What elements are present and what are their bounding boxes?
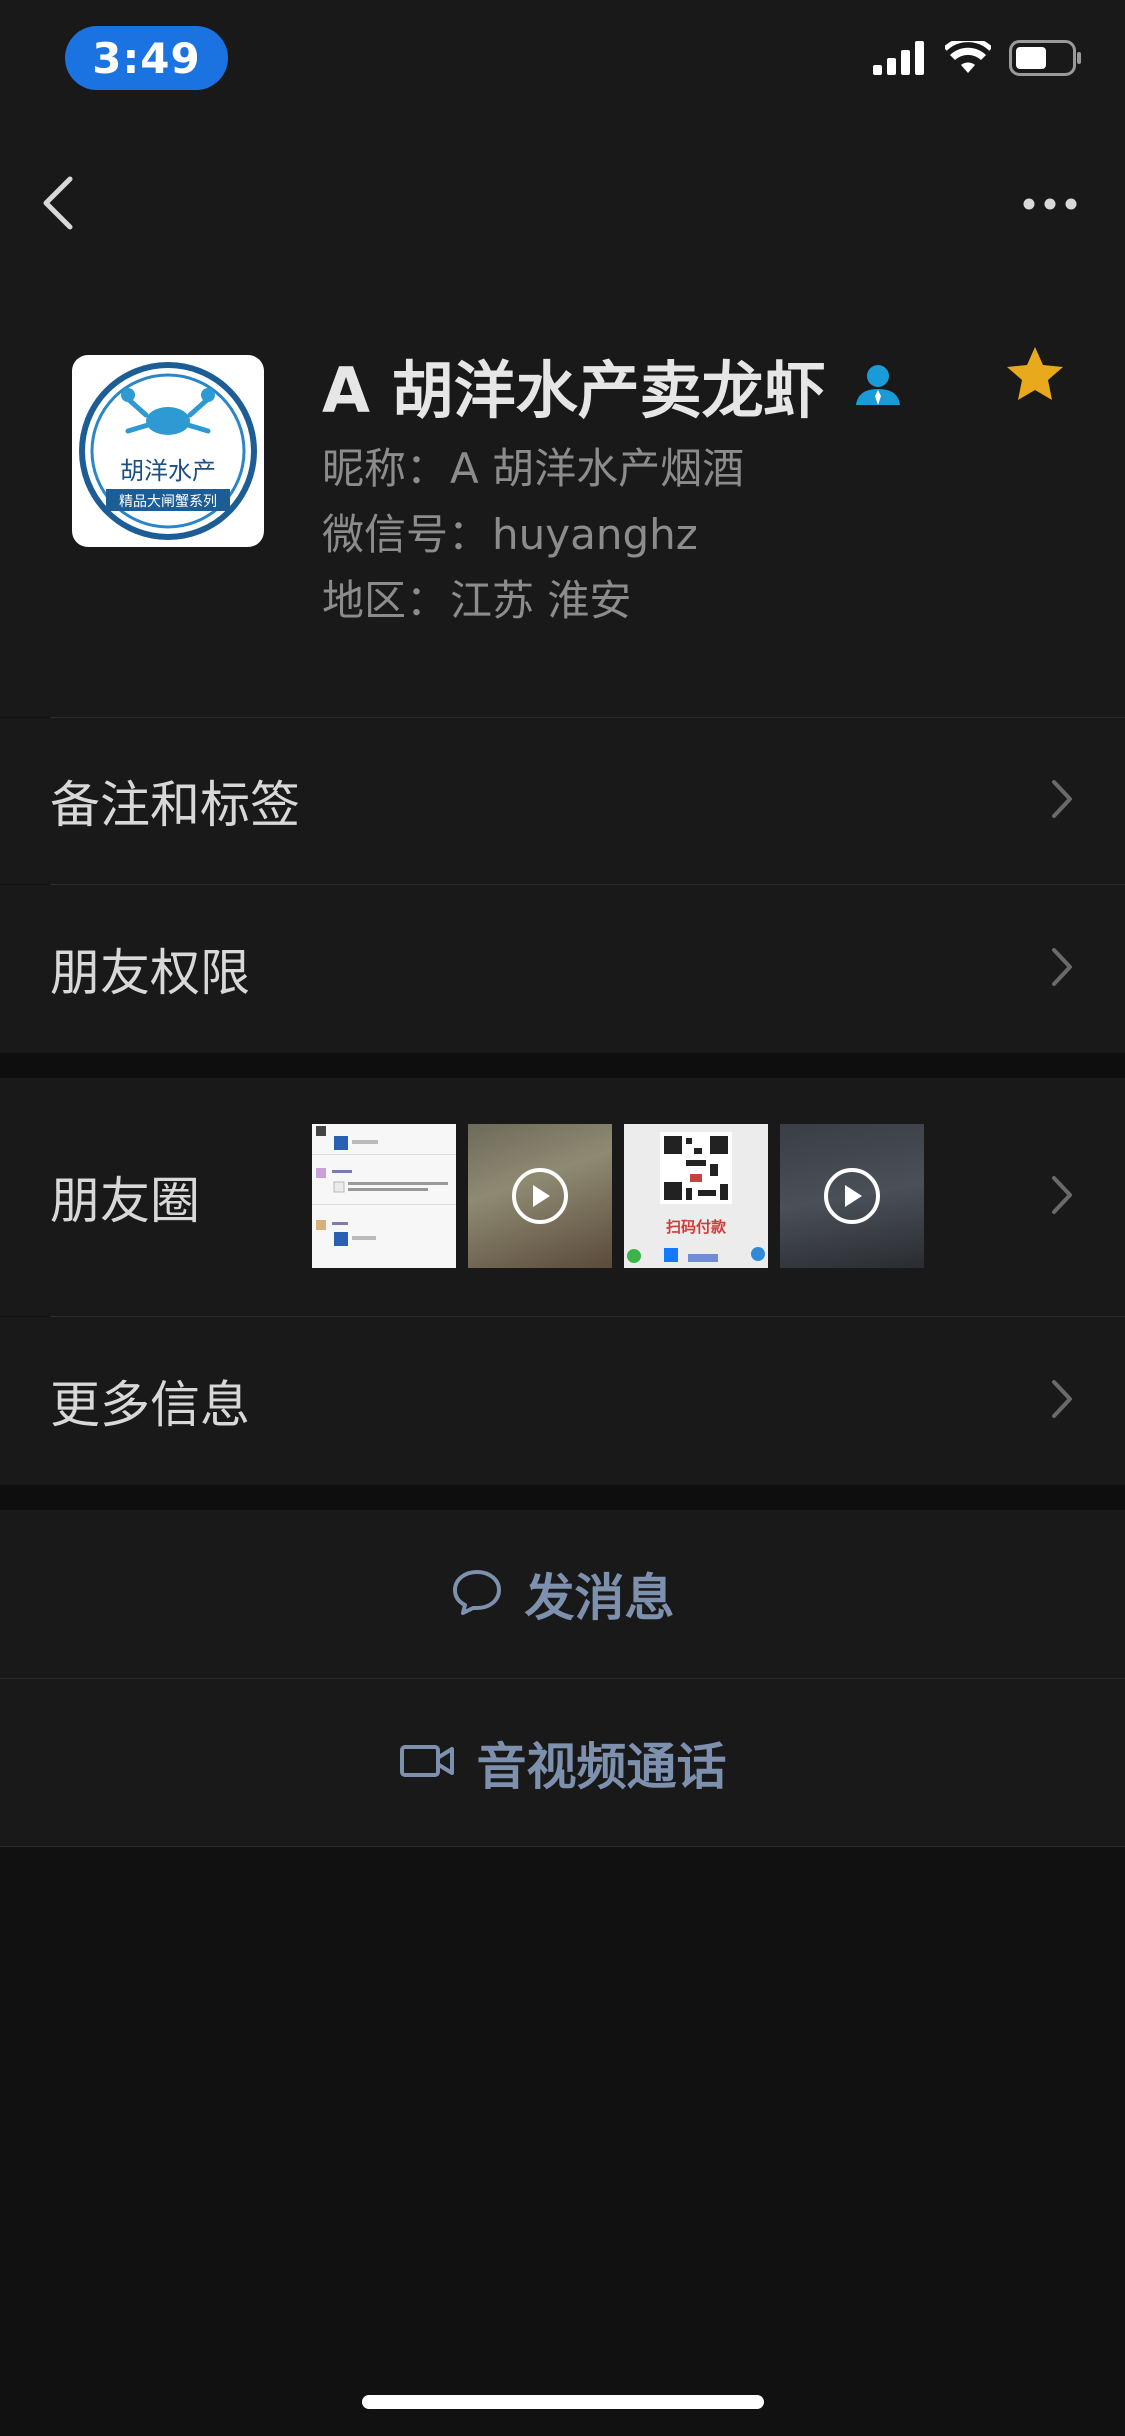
wechat-id-label: 微信号： (322, 510, 491, 559)
remark-tags-label: 备注和标签 (50, 776, 300, 834)
more-dots-icon (1022, 196, 1078, 215)
star-icon (1005, 347, 1065, 407)
moments-row[interactable]: 朋友圈 扫码付款 (0, 1078, 1125, 1316)
profile-header: 胡洋水产 精品大闸蟹系列 A 胡洋水产卖龙虾 昵称：A 胡洋水产烟酒 微信号：h… (0, 280, 1125, 717)
more-info-row[interactable]: 更多信息 (0, 1317, 1125, 1485)
contact-person-icon (854, 363, 902, 407)
moment-thumb-qr-payment[interactable]: 扫码付款 (624, 1124, 768, 1268)
avatar[interactable]: 胡洋水产 精品大闸蟹系列 (72, 355, 264, 547)
display-name-row: A 胡洋水产卖龙虾 (322, 340, 902, 430)
chevron-right-icon (1051, 779, 1073, 823)
contact-profile-screen: 3:49 胡洋水产 精品大闸蟹系列 A 胡洋水产卖龙虾 昵称：A 胡洋水产烟酒 … (0, 0, 1125, 2436)
play-icon (512, 1168, 568, 1224)
moment-thumb-chat-screenshot[interactable] (312, 1124, 456, 1268)
more-options-button[interactable] (1015, 180, 1085, 230)
avatar-text-top: 胡洋水产 (120, 457, 216, 485)
chevron-left-icon (40, 175, 74, 235)
divider (0, 1846, 1125, 1847)
moments-thumbnails: 扫码付款 (312, 1124, 924, 1268)
region-line: 地区：江苏 淮安 (322, 567, 631, 628)
moments-label: 朋友圈 (50, 1172, 200, 1230)
play-icon (824, 1168, 880, 1224)
wifi-icon (943, 37, 993, 79)
section-gap (0, 1485, 1125, 1510)
status-time[interactable]: 3:49 (65, 26, 228, 90)
nickname-label: 昵称： (322, 444, 449, 493)
section-gap (0, 1053, 1125, 1078)
nickname-line: 昵称：A 胡洋水产烟酒 (322, 435, 744, 496)
qr-caption: 扫码付款 (666, 1218, 727, 1236)
send-message-label: 发消息 (524, 1569, 675, 1627)
avatar-text-bottom: 精品大闸蟹系列 (119, 494, 217, 510)
region-value: 江苏 淮安 (450, 576, 632, 625)
friend-permissions-row[interactable]: 朋友权限 (0, 885, 1125, 1053)
home-indicator[interactable] (362, 2395, 764, 2409)
remark-tags-row[interactable]: 备注和标签 (0, 718, 1125, 884)
battery-icon (1009, 40, 1083, 80)
wechat-id-value[interactable]: huyanghz (492, 510, 698, 559)
video-camera-icon (399, 1741, 455, 1785)
moment-thumb-video-2[interactable] (780, 1124, 924, 1268)
back-button[interactable] (40, 170, 100, 240)
wechat-id-line: 微信号：huyanghz (322, 501, 698, 562)
chevron-right-icon (1051, 947, 1073, 991)
display-name: A 胡洋水产卖龙虾 (322, 354, 826, 427)
friend-permissions-label: 朋友权限 (50, 944, 250, 1002)
av-call-button[interactable]: 音视频通话 (0, 1679, 1125, 1847)
av-call-label: 音视频通话 (476, 1738, 727, 1796)
star-button[interactable] (1005, 345, 1065, 407)
signal-bars-icon (873, 41, 927, 79)
chevron-right-icon (1051, 1175, 1073, 1219)
more-info-label: 更多信息 (50, 1376, 250, 1434)
nav-bar (0, 120, 1125, 280)
region-label: 地区： (322, 576, 449, 625)
send-message-button[interactable]: 发消息 (0, 1510, 1125, 1678)
chevron-right-icon (1051, 1379, 1073, 1423)
status-bar: 3:49 (0, 0, 1125, 120)
moment-thumb-video-1[interactable] (468, 1124, 612, 1268)
nickname-value: A 胡洋水产烟酒 (450, 444, 745, 493)
chat-bubble-icon (451, 1568, 503, 1620)
